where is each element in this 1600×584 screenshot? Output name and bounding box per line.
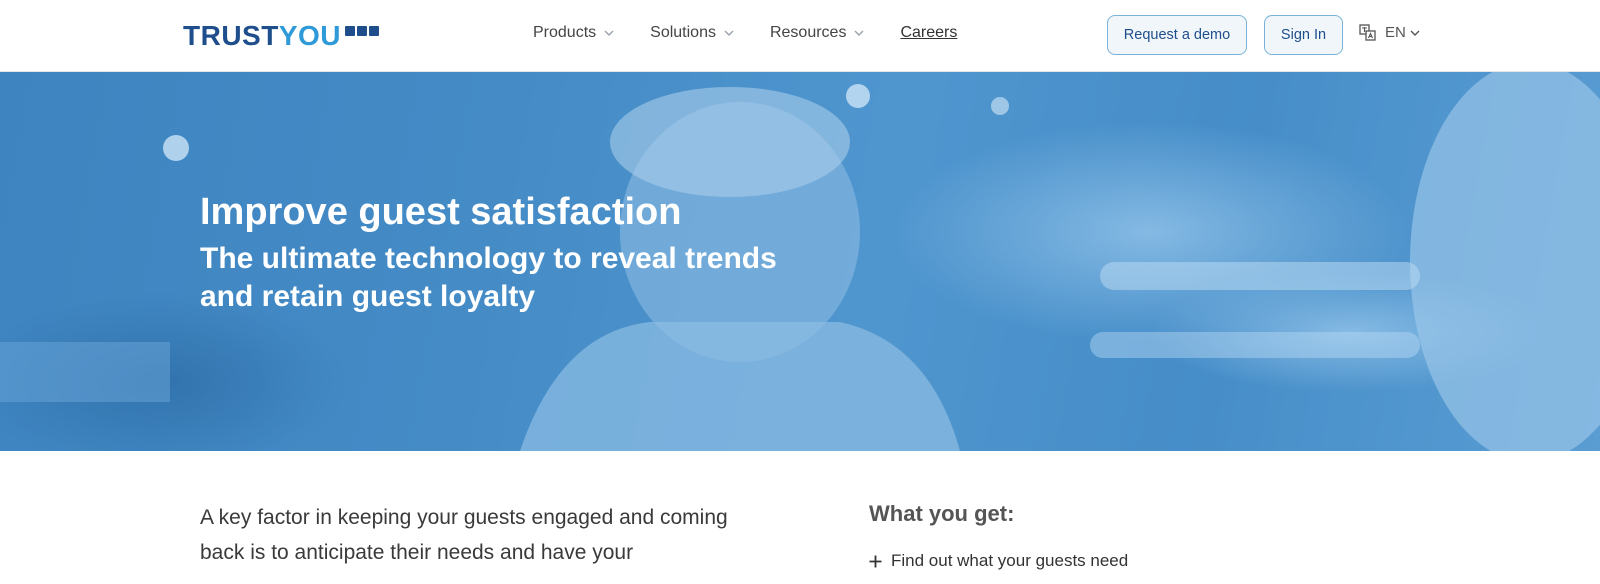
what-you-get-heading: What you get: (869, 501, 1015, 526)
chevron-down-icon (604, 30, 614, 36)
hero-title: Improve guest satisfaction (200, 191, 682, 233)
sign-in-button[interactable]: Sign In (1264, 15, 1343, 55)
nav-item-label: Resources (769, 24, 847, 41)
benefit-item[interactable]: Find out what your guests need (869, 551, 1128, 571)
nav-item-label: Products (533, 24, 597, 41)
nav-item-resources[interactable]: Resources (770, 24, 864, 42)
chevron-down-icon (854, 30, 864, 36)
benefit-item-label: Find out what your guests need (891, 551, 1129, 570)
language-label: EN (1385, 24, 1406, 41)
plus-icon (869, 555, 882, 567)
logo-speech-bubbles-icon (345, 26, 380, 36)
hero-banner: Improve guest satisfaction The ultimate … (0, 72, 1600, 451)
intro-paragraph: A key factor in keeping your guests enga… (200, 506, 728, 564)
main-menu: Products Solutions Resources Careers (533, 24, 993, 42)
chevron-down-icon (1410, 30, 1420, 36)
translate-icon (1359, 24, 1376, 41)
nav-item-careers[interactable]: Careers (900, 24, 957, 42)
nav-item-label: Solutions (650, 24, 716, 41)
hero-subtitle: The ultimate technology to reveal trends… (200, 242, 777, 313)
nav-item-solutions[interactable]: Solutions (650, 24, 734, 42)
chevron-down-icon (724, 30, 734, 36)
language-selector[interactable]: EN (1359, 24, 1420, 41)
hero-text-block: Improve guest satisfaction The ultimate … (200, 190, 800, 316)
top-navigation: TRUST YOU Products Solutions Resources Ca… (0, 0, 1600, 72)
logo-text-you: YOU (278, 20, 342, 51)
logo-text-trust: TRUST (183, 20, 279, 51)
trustyou-logo[interactable]: TRUST YOU (183, 20, 380, 51)
nav-item-products[interactable]: Products (533, 24, 614, 42)
request-demo-button[interactable]: Request a demo (1107, 15, 1247, 55)
